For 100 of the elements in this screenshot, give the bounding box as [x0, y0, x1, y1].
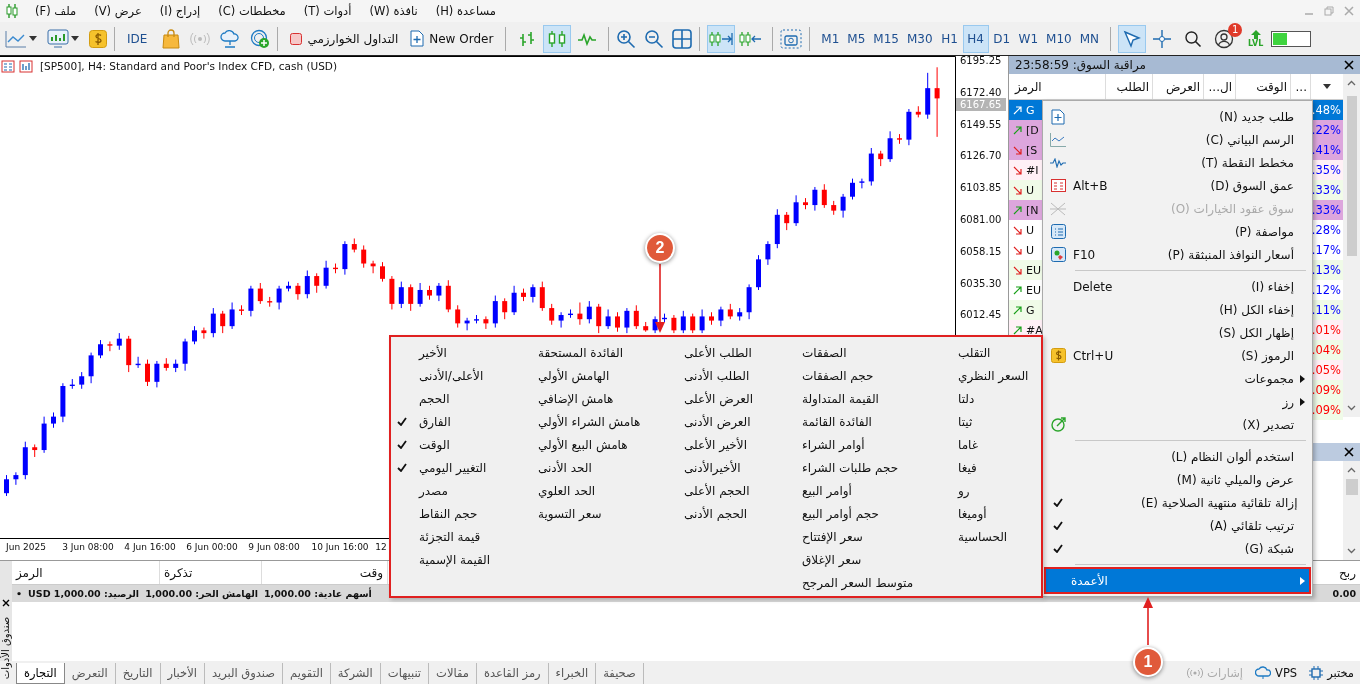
menu-item[interactable]: مساعدة (H): [426, 2, 505, 20]
timeframe-button[interactable]: M30: [902, 24, 937, 53]
toolbox-tab[interactable]: صحيفة: [596, 662, 644, 684]
scroll-up-icon[interactable]: [1347, 467, 1356, 473]
scroll-up-icon[interactable]: [1347, 80, 1356, 86]
trading-panel-icon[interactable]: [19, 60, 33, 73]
menu-item[interactable]: السعر النظري: [936, 364, 1036, 387]
menu-item[interactable]: الرسم البياني (C): [1045, 128, 1310, 151]
dollar-icon[interactable]: [89, 29, 107, 48]
menu-item[interactable]: إخفاء الكل (H): [1045, 298, 1310, 321]
menu-item[interactable]: رو: [936, 479, 1036, 502]
timeframe-button[interactable]: M1: [817, 24, 844, 53]
ide-button[interactable]: IDE: [122, 27, 153, 50]
menu-item[interactable]: الأعمدة: [1045, 569, 1310, 592]
depth-of-market-icon[interactable]: [1, 60, 15, 73]
menu-item[interactable]: إدراج (I): [150, 2, 210, 20]
scrollbar[interactable]: [1343, 74, 1360, 417]
menu-item[interactable]: ملف (F): [26, 2, 86, 20]
menu-item[interactable]: التغيير اليومي: [397, 456, 516, 479]
scroll-down-icon[interactable]: [1347, 405, 1356, 411]
menu-item[interactable]: مجموعات: [1045, 367, 1310, 390]
menu-item[interactable]: حجم أوامر البيع: [780, 502, 936, 525]
zoom-out-icon[interactable]: [644, 28, 665, 49]
search-icon[interactable]: [1184, 29, 1203, 48]
menu-item[interactable]: الفارق: [397, 410, 516, 433]
menu-item[interactable]: حجم النقاط: [397, 502, 516, 525]
menu-item[interactable]: الفائدة المستحقة: [516, 341, 662, 364]
caret-icon[interactable]: [71, 36, 79, 41]
user-icon[interactable]: [1214, 28, 1235, 49]
menu-item[interactable]: هامش الإضافي: [516, 387, 662, 410]
menu-item[interactable]: مخططات (C): [209, 2, 295, 20]
menu-item[interactable]: أوامر البيع: [780, 479, 936, 502]
caret-icon[interactable]: [29, 36, 37, 41]
menu-item[interactable]: الوقت: [397, 433, 516, 456]
column-header[interactable]: ال...: [1204, 74, 1236, 99]
menu-item[interactable]: استخدم ألوان النظام (L): [1045, 445, 1310, 468]
close-icon[interactable]: [2, 599, 10, 607]
toolbox-tab[interactable]: تنبيهات: [380, 662, 430, 684]
algo-trading-button[interactable]: التداول الخوارزمي: [285, 27, 404, 50]
tile-windows-icon[interactable]: [672, 28, 693, 49]
menu-item[interactable]: الهامش الأولي: [516, 364, 662, 387]
menu-item[interactable]: الحجم: [397, 387, 516, 410]
toolbox-tab[interactable]: مقالات: [429, 662, 477, 684]
menu-item[interactable]: أدوات (T): [294, 2, 361, 20]
menu-item[interactable]: فيغا: [936, 456, 1036, 479]
timeframe-button[interactable]: D1: [988, 24, 1015, 53]
chart-scroll-button[interactable]: [707, 24, 736, 53]
menu-item[interactable]: عرض (V): [85, 2, 151, 20]
menu-item[interactable]: الأخير الأعلى: [662, 433, 780, 456]
menu-item[interactable]: الحجم الأعلى: [662, 479, 780, 502]
menu-item[interactable]: الأخير: [397, 341, 516, 364]
status-button[interactable]: مختبر: [1303, 666, 1360, 680]
shopping-bag-icon[interactable]: [162, 28, 181, 49]
menu-item[interactable]: شبكة (G): [1045, 537, 1310, 560]
menu-item[interactable]: حجم طلبات الشراء: [780, 456, 936, 479]
menu-item[interactable]: الحساسية: [936, 525, 1036, 548]
menu-item[interactable]: الفائدة القائمة: [780, 410, 936, 433]
menu-item[interactable]: القيمة المتداولة: [780, 387, 936, 410]
toolbox-tab[interactable]: الخبراء: [548, 662, 597, 684]
menu-item[interactable]: الأخيرالأدنى: [662, 456, 780, 479]
menu-item[interactable]: نافذة (W): [360, 2, 427, 20]
column-header[interactable]: تذكرة: [160, 561, 262, 584]
menu-item[interactable]: الحد العلوي: [516, 479, 662, 502]
menu-item[interactable]: رز: [1045, 390, 1310, 413]
menu-item[interactable]: أوميغا: [936, 502, 1036, 525]
menu-item[interactable]: الحجم الأدنى: [662, 502, 780, 525]
menu-item[interactable]: سعر الإفتتاح: [780, 525, 936, 548]
scroll-thumb[interactable]: [1346, 96, 1357, 256]
column-header[interactable]: الطلب: [1106, 74, 1153, 99]
menu-item[interactable]: سعر التسوية: [516, 502, 662, 525]
menu-item[interactable]: مصدر: [397, 479, 516, 502]
toolbox-tab[interactable]: التاريخ: [115, 662, 161, 684]
timeframe-button[interactable]: MN: [1075, 24, 1104, 53]
menu-item[interactable]: التقلب: [936, 341, 1036, 364]
close-icon[interactable]: [1344, 60, 1354, 70]
menu-item[interactable]: الصفقات: [780, 341, 936, 364]
menu-item[interactable]: إظهار الكل (S): [1045, 321, 1310, 344]
status-button[interactable]: VPS: [1249, 666, 1304, 680]
menu-item[interactable]: إزالة تلقائية منتهية الصلاحية (E): [1045, 491, 1310, 514]
timeframe-button[interactable]: M15: [869, 24, 903, 53]
menu-item[interactable]: الطلب الأدنى: [662, 364, 780, 387]
timeframe-button[interactable]: W1: [1014, 24, 1043, 53]
menu-item[interactable]: ثيتا: [936, 410, 1036, 433]
menu-item[interactable]: هامش البيع الأولي: [516, 433, 662, 456]
timeframe-button[interactable]: M5: [843, 24, 870, 53]
menu-item[interactable]: الطلب الأعلى: [662, 341, 780, 364]
scroll-down-icon[interactable]: [1347, 548, 1356, 554]
toolbox-tab[interactable]: صندوق البريد: [204, 662, 284, 684]
signal-plus-icon[interactable]: [250, 28, 271, 49]
menu-item[interactable]: العرض الأعلى: [662, 387, 780, 410]
menu-item[interactable]: ترتيب تلقائي (A): [1045, 514, 1310, 537]
zoom-in-icon[interactable]: [616, 28, 637, 49]
camera-icon[interactable]: [780, 28, 803, 49]
menu-item[interactable]: تصدير (X): [1045, 413, 1310, 436]
menu-item[interactable]: غاما: [936, 433, 1036, 456]
menu-item[interactable]: أوامر الشراء: [780, 433, 936, 456]
column-header[interactable]: الرمز: [12, 561, 160, 584]
new-order-button[interactable]: New Order: [405, 26, 499, 51]
chart-type-button[interactable]: [543, 24, 572, 53]
menu-item[interactable]: سعر الإغلاق: [780, 548, 936, 571]
